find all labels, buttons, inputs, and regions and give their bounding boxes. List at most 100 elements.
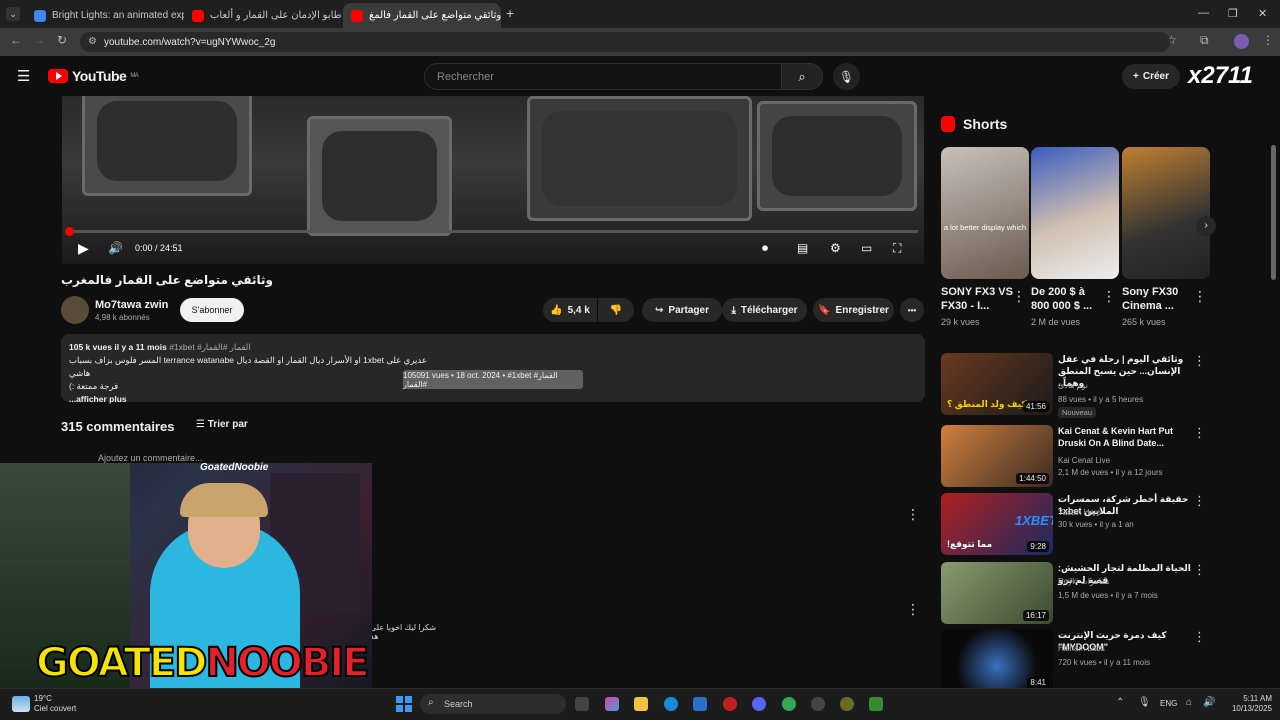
video-menu-icon[interactable]: ⋮: [1193, 493, 1206, 509]
short-title[interactable]: Sony FX30 Cinema ...: [1122, 285, 1194, 313]
hamburger-menu-icon[interactable]: ☰: [17, 67, 30, 85]
app-icon[interactable]: [840, 697, 854, 711]
video-player[interactable]: [62, 96, 924, 264]
tray-mic-icon[interactable]: 🎙: [1138, 697, 1151, 708]
search-input[interactable]: Rechercher: [424, 63, 782, 90]
task-view-icon[interactable]: [575, 697, 589, 711]
tab-search-icon[interactable]: ⌄: [6, 7, 20, 21]
site-info-icon[interactable]: ⚙: [88, 36, 97, 47]
short-title[interactable]: De 200 $ à 800 000 $ ...: [1031, 285, 1103, 313]
video-menu-icon[interactable]: ⋮: [1193, 353, 1206, 369]
system-clock[interactable]: 5:11 AM 10/13/2025: [1222, 694, 1272, 714]
search-button[interactable]: ⌕: [781, 63, 823, 90]
close-window-button[interactable]: ✕: [1258, 7, 1267, 20]
more-actions-button[interactable]: •••: [900, 298, 924, 322]
browser-menu-icon[interactable]: ⋮: [1262, 33, 1274, 47]
windows-start-icon[interactable]: [396, 696, 412, 712]
forward-icon[interactable]: →: [33, 33, 45, 47]
recommended-video[interactable]: 16:17 الحياة المظلمة لتجار الحشيش: قصة ل…: [941, 562, 1216, 624]
recommended-video[interactable]: كيف ولد المنطق ؟ 41:56 وثائقي اليوم | رح…: [941, 353, 1216, 418]
comment-menu-icon[interactable]: ⋮: [906, 601, 920, 618]
video-menu-icon[interactable]: ⋮: [1193, 425, 1206, 441]
reload-icon[interactable]: ↻: [57, 33, 67, 47]
recommended-video[interactable]: 8:41 كيف دمرة حريث الإنترنت "MYDOOM" His…: [941, 629, 1216, 691]
network-icon[interactable]: ⌂: [1186, 697, 1192, 708]
taskbar-search[interactable]: ⌕ Search: [420, 694, 566, 714]
video-menu-icon[interactable]: ⋮: [1193, 629, 1206, 645]
volume-tray-icon[interactable]: 🔊: [1203, 697, 1215, 708]
file-explorer-icon[interactable]: [634, 697, 648, 711]
video-thumbnail[interactable]: 1:44:50: [941, 425, 1053, 487]
chrome-icon[interactable]: [782, 697, 796, 711]
description-box[interactable]: 105 k vues il y a 11 mois #1xbet #القمار…: [61, 334, 925, 404]
minimize-button[interactable]: —: [1198, 7, 1209, 19]
copilot-icon[interactable]: [605, 697, 619, 711]
settings-gear-icon[interactable]: ⚙: [830, 241, 841, 255]
language-indicator[interactable]: ENG: [1160, 699, 1177, 708]
volume-icon[interactable]: 🔊: [108, 241, 123, 255]
short-thumbnail[interactable]: [1122, 147, 1210, 279]
short-thumbnail[interactable]: a lot better display which: [941, 147, 1029, 279]
video-menu-icon[interactable]: ⋮: [1193, 562, 1206, 578]
channel-name[interactable]: نوم هادئ: [1058, 381, 1088, 390]
hashtags[interactable]: #1xbet #القمار #القمار: [169, 342, 250, 352]
page-scrollbar[interactable]: [1271, 145, 1276, 280]
tab-documentary-active[interactable]: وثائقي متواضع على القمار فالمغ ✕: [343, 3, 501, 28]
obs-icon[interactable]: [811, 697, 825, 711]
create-button[interactable]: + Créer: [1122, 64, 1180, 89]
video-title[interactable]: Kai Cenat & Kevin Hart Put Druski On A B…: [1058, 425, 1198, 449]
weather-icon[interactable]: [12, 696, 30, 712]
url-input[interactable]: ⚙ youtube.com/watch?v=ugNYWwoc_2g: [80, 32, 1170, 52]
theater-mode-icon[interactable]: ▭: [861, 241, 872, 255]
short-menu-icon[interactable]: ⋮: [1102, 288, 1116, 305]
subtitles-icon[interactable]: ▤: [797, 241, 808, 255]
add-comment-input[interactable]: Ajoutez un commentaire...: [98, 453, 203, 463]
back-icon[interactable]: ←: [10, 33, 22, 47]
terminal-icon[interactable]: [869, 697, 883, 711]
comment-menu-icon[interactable]: ⋮: [906, 506, 920, 523]
extensions-icon[interactable]: ⧉: [1200, 33, 1209, 48]
channel-name[interactable]: Mo7tawa zwin: [95, 299, 168, 311]
like-button[interactable]: 👍 5,4 k: [543, 298, 597, 322]
subscribe-button[interactable]: S'abonner: [180, 298, 244, 322]
tray-chevron-icon[interactable]: ⌃: [1116, 697, 1124, 708]
channel-name[interactable]: Hisham Labs: [1058, 644, 1105, 653]
short-menu-icon[interactable]: ⋮: [1012, 288, 1026, 305]
maximize-button[interactable]: ❐: [1228, 7, 1238, 20]
video-thumbnail[interactable]: 16:17: [941, 562, 1053, 624]
channel-name[interactable]: Royki مقامرات: [1058, 577, 1109, 586]
scrubber-handle[interactable]: [65, 227, 74, 236]
dislike-button[interactable]: 👎: [598, 298, 634, 322]
tab-bright-lights[interactable]: Bright Lights: an animated expl ✕: [26, 3, 184, 28]
channel-avatar[interactable]: [61, 296, 89, 324]
weather-widget[interactable]: 19°C Ciel couvert: [34, 694, 76, 714]
fullscreen-icon[interactable]: ⛶: [893, 241, 901, 256]
download-button[interactable]: ⤓ Télécharger: [722, 298, 807, 322]
save-button[interactable]: 🔖 Enregistrer: [813, 298, 894, 322]
new-tab-button[interactable]: +: [506, 5, 514, 21]
recommended-video[interactable]: 1:44:50 Kai Cenat & Kevin Hart Put Drusk…: [941, 425, 1216, 487]
channel-name[interactable]: Yassin Haro: [1058, 508, 1101, 517]
video-thumbnail[interactable]: كيف ولد المنطق ؟ 41:56: [941, 353, 1053, 415]
share-button[interactable]: ↪ Partager: [642, 298, 722, 322]
shorts-next-button[interactable]: ›: [1196, 216, 1216, 236]
play-icon[interactable]: ▶: [78, 240, 89, 257]
discord-icon[interactable]: [752, 697, 766, 711]
channel-name[interactable]: Kai Cenat Live: [1058, 456, 1110, 465]
autoplay-toggle-icon[interactable]: ⏺: [762, 241, 768, 256]
show-more-link[interactable]: ...afficher plus: [69, 393, 917, 406]
video-progress-bar[interactable]: [65, 227, 918, 236]
short-title[interactable]: SONY FX3 VS FX30 - I...: [941, 285, 1013, 313]
short-thumbnail[interactable]: [1031, 147, 1119, 279]
app-icon[interactable]: [723, 697, 737, 711]
store-icon[interactable]: [693, 697, 707, 711]
youtube-logo[interactable]: YouTube MA: [48, 68, 139, 84]
voice-search-button[interactable]: 🎙: [833, 63, 860, 90]
tab-addiction[interactable]: طابو الإدمان على القمار و ألعاب ✕: [184, 3, 342, 28]
video-thumbnail[interactable]: 1XBET مما تتوقع! 9:28: [941, 493, 1053, 555]
short-menu-icon[interactable]: ⋮: [1193, 288, 1207, 305]
video-thumbnail[interactable]: 8:41: [941, 629, 1053, 691]
profile-avatar-icon[interactable]: [1234, 34, 1249, 49]
recommended-video[interactable]: 1XBET مما تتوقع! 9:28 حقيقة أخطر شركة، س…: [941, 493, 1216, 555]
edge-icon[interactable]: [664, 697, 678, 711]
